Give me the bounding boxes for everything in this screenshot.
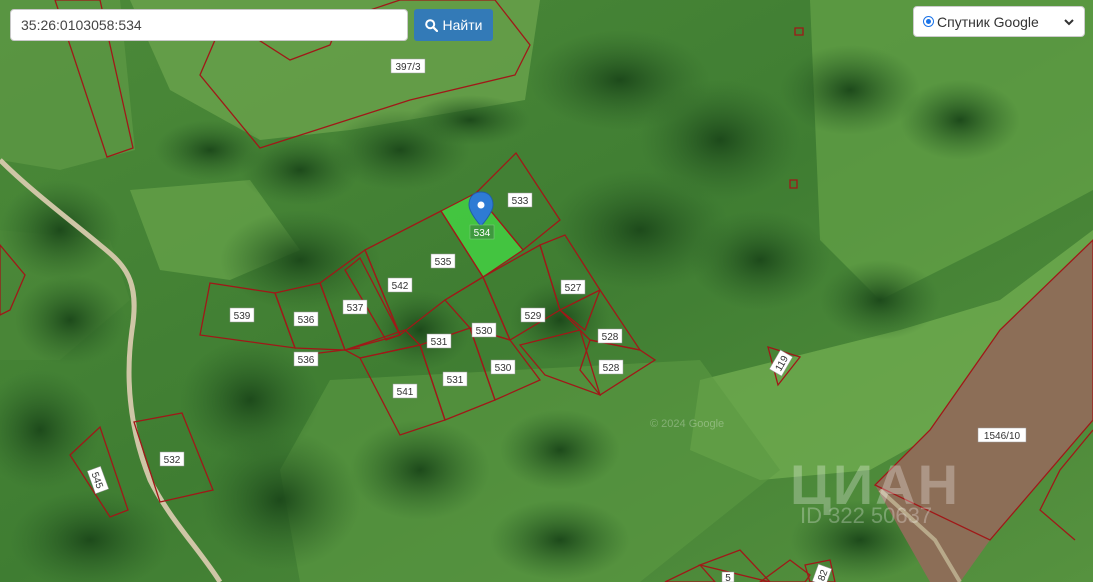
parcel-label-1546-10: 1546/10 — [977, 427, 1027, 443]
parcel-label-539: 539 — [229, 307, 255, 323]
parcel-label-537: 537 — [342, 299, 368, 315]
parcel-label-534: 534 — [469, 224, 495, 240]
parcel-label-532: 532 — [159, 451, 185, 467]
parcel-label-529: 529 — [520, 307, 546, 323]
svg-text:533: 533 — [512, 196, 529, 207]
svg-text:542: 542 — [392, 281, 409, 292]
parcel-label-527: 527 — [560, 279, 586, 295]
chevron-down-icon — [1064, 18, 1074, 25]
svg-text:529: 529 — [525, 311, 542, 322]
parcel-label-542: 542 — [387, 277, 413, 293]
parcel-label-533: 533 — [507, 192, 533, 208]
parcel-label-536: 536 — [293, 311, 319, 327]
parcel-label-530-b: 530 — [490, 359, 516, 375]
satellite-map[interactable]: 397/3 533 534 535 542 539 536 536 537 53… — [0, 0, 1093, 582]
svg-text:531: 531 — [431, 337, 448, 348]
search-input[interactable] — [10, 9, 408, 41]
parcel-label-5: 5 — [721, 571, 735, 582]
parcel-label-531-b: 531 — [442, 371, 468, 387]
find-button[interactable]: Найти — [414, 9, 493, 41]
search-icon — [424, 18, 438, 32]
svg-text:1546/10: 1546/10 — [984, 431, 1021, 442]
parcel-label-528-b: 528 — [598, 359, 624, 375]
svg-text:536: 536 — [298, 355, 315, 366]
parcel-label-541: 541 — [392, 383, 418, 399]
svg-text:535: 535 — [435, 257, 452, 268]
parcel-label-531: 531 — [426, 333, 452, 349]
map-layer-label: Спутник Google — [937, 13, 1039, 30]
parcel-label-530: 530 — [471, 322, 497, 338]
svg-text:534: 534 — [474, 228, 491, 239]
svg-text:531: 531 — [447, 375, 464, 386]
svg-text:397/3: 397/3 — [395, 62, 420, 73]
find-button-label: Найти — [442, 17, 483, 33]
svg-text:539: 539 — [234, 311, 251, 322]
svg-text:528: 528 — [602, 332, 619, 343]
svg-text:536: 536 — [298, 315, 315, 326]
svg-text:528: 528 — [603, 363, 620, 374]
parcel-label-528: 528 — [597, 328, 623, 344]
parcel-label-535: 535 — [430, 253, 456, 269]
svg-text:537: 537 — [347, 303, 364, 314]
radio-selected-icon — [923, 16, 934, 27]
svg-text:527: 527 — [565, 283, 582, 294]
svg-text:541: 541 — [397, 387, 414, 398]
svg-text:532: 532 — [164, 455, 181, 466]
parcel-label-536-b: 536 — [293, 351, 319, 367]
svg-text:5: 5 — [725, 573, 731, 582]
svg-text:530: 530 — [495, 363, 512, 374]
map-layer-select[interactable]: Спутник Google — [913, 6, 1085, 37]
svg-text:530: 530 — [476, 326, 493, 337]
parcel-label-397-3: 397/3 — [390, 58, 426, 74]
